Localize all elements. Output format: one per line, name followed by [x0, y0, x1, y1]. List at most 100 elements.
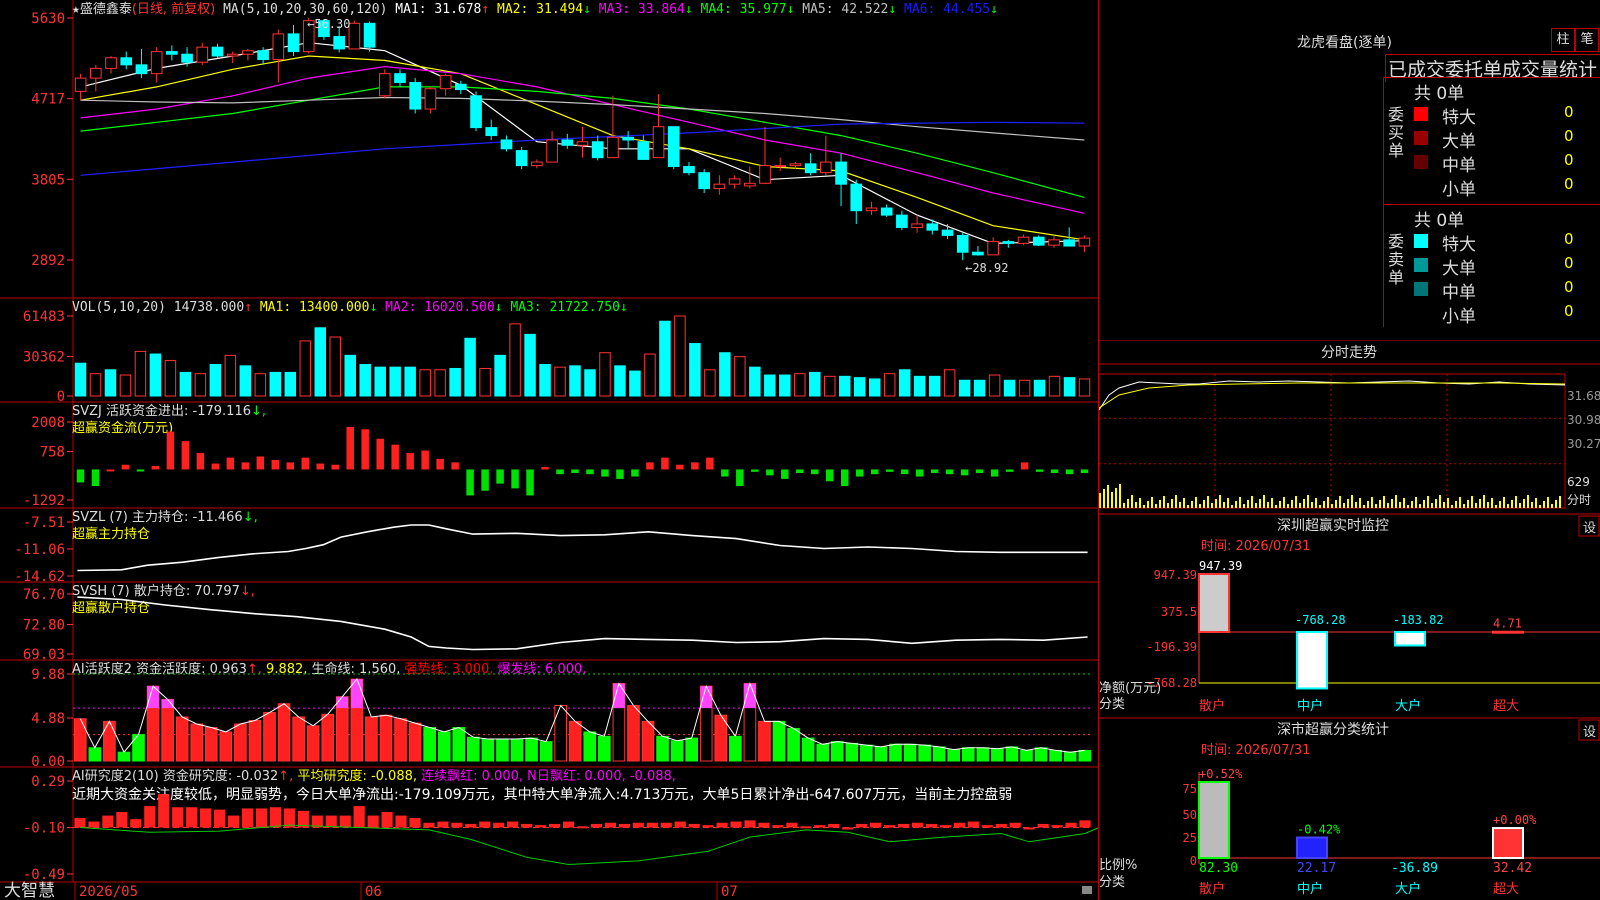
volume-bar [239, 365, 252, 397]
volume-bar [659, 320, 671, 397]
volume-bar [269, 371, 282, 397]
candle-body [820, 161, 832, 174]
ma-arrow: ↓ [583, 2, 599, 17]
intraday-volume-bar [1515, 496, 1517, 508]
svzl-subtitle: 超赢主力持仓 [72, 526, 150, 542]
tick-mode-button[interactable]: 笔 [1575, 28, 1599, 52]
candle-body [1017, 236, 1030, 244]
research-extra: 0.000, [584, 769, 629, 784]
activity-bar [961, 747, 975, 762]
activity-bar [918, 744, 931, 762]
intraday-volume-bar [1483, 495, 1485, 508]
intraday-volume-bar [1107, 485, 1109, 508]
candle-body [941, 229, 954, 236]
intraday-volume-bar [1423, 500, 1425, 508]
monitor-value-label: -768.28 [1295, 613, 1346, 627]
volume-header: VOL(5,10,20) 14738.000↑ MA1: 13400.000↓ … [72, 300, 628, 315]
candle-body [196, 46, 209, 63]
candle-body [865, 207, 878, 212]
research-bar [548, 823, 561, 828]
volume-bar [359, 364, 371, 397]
intraday-volume-bar [1399, 502, 1401, 508]
activity-bar [234, 723, 247, 762]
candle-body [880, 207, 893, 216]
flow-bar [511, 469, 519, 489]
activity-extra: 爆发线: [498, 661, 546, 677]
activity-bar [845, 742, 859, 762]
activity-bar [976, 747, 990, 762]
svsh-title: SVSH (7) 散户持仓: [72, 583, 194, 599]
intraday-volume-bar [1451, 505, 1453, 508]
volume-bar [539, 364, 551, 397]
research-bar [842, 827, 854, 830]
price-tick: 3805 [31, 172, 65, 188]
classify-pct-label: +0.52% [1199, 767, 1243, 781]
research-bar [381, 812, 393, 828]
activity-extra: 6.000, [545, 662, 586, 677]
flow-title: SVZJ 活跃资金进出: [72, 403, 193, 419]
activity-bar [1034, 747, 1048, 762]
flow-bar [361, 429, 369, 470]
intraday-volume-bar [1543, 501, 1545, 508]
candle-body [637, 141, 650, 160]
monitor-bar [1492, 630, 1524, 634]
classify-tick: 50 [1183, 808, 1197, 822]
flow-bar [331, 464, 339, 470]
activity-bar [466, 736, 480, 762]
ma-value: MA1: 31.678 [395, 2, 481, 17]
activity-bar [539, 741, 553, 762]
volume-bar [299, 340, 312, 397]
volume-bar [194, 373, 207, 397]
intraday-volume-bar [1223, 502, 1225, 508]
research-bar [465, 823, 477, 828]
classify-value-label: 32.42 [1493, 861, 1532, 876]
intraday-volume-bar [1163, 496, 1165, 508]
arrow: ↓, [243, 510, 258, 525]
research-bar [213, 809, 226, 828]
intraday-volume-bar [1551, 504, 1553, 508]
flow-bar [1080, 469, 1089, 474]
candle-body [926, 223, 939, 231]
research-bar [576, 826, 589, 829]
volume-bar [104, 369, 117, 397]
flow-bar [271, 460, 280, 470]
research-bar [227, 815, 240, 828]
intraday-volume-bar [1535, 498, 1537, 508]
volume-bar [719, 352, 731, 397]
analysis-comment: 近期大资金关注度较低，明显弱势，今日大单净流出:-179.109万元，其中特大单… [72, 786, 1012, 803]
ma-value: MA6: 44.455 [904, 2, 990, 17]
volume-bar [494, 354, 506, 397]
candle-body [972, 251, 984, 256]
activity-bar [816, 743, 830, 762]
candle-body [804, 163, 817, 174]
volume-bar [928, 375, 941, 397]
research-extra: 平均研究度: [297, 768, 371, 784]
volume-bar [838, 375, 851, 397]
flow-tick: 2008 [31, 415, 65, 431]
flow-bar [766, 469, 774, 476]
activity-bar [321, 713, 335, 762]
sell-orders-section: 委卖单 共 0单 特大00%大单00%中单00%小单00% [1383, 204, 1600, 327]
activity-bar [365, 716, 378, 762]
bar-mode-button[interactable]: 柱 [1551, 28, 1575, 52]
volume-bar [134, 350, 147, 397]
volume-bar [883, 373, 896, 397]
research-bar [521, 823, 533, 828]
intraday-volume-bar [1403, 498, 1405, 508]
research-bar [702, 825, 714, 828]
ma-value: MA4: 35.977 [701, 2, 787, 17]
research-bar [451, 822, 463, 828]
candle-body [531, 161, 543, 167]
intraday-volume-bar [1151, 497, 1153, 508]
classify-value-label: -36.89 [1391, 861, 1438, 876]
activity-bar [860, 744, 873, 762]
monitor-side-label-2: 分类 [1099, 697, 1125, 712]
intraday-volume-bar [1459, 497, 1461, 508]
flow-bar [691, 462, 699, 470]
volume-bar [853, 377, 866, 397]
right-charts: 分时走势31.6830.9830.27629分时深圳超赢实时监控 设时间: 202… [1099, 340, 1600, 897]
research-extra: -0.088, [630, 769, 676, 784]
volume-bar [404, 366, 416, 397]
x-tick-label: 2026/05 [79, 884, 138, 900]
candle-body [576, 141, 589, 146]
